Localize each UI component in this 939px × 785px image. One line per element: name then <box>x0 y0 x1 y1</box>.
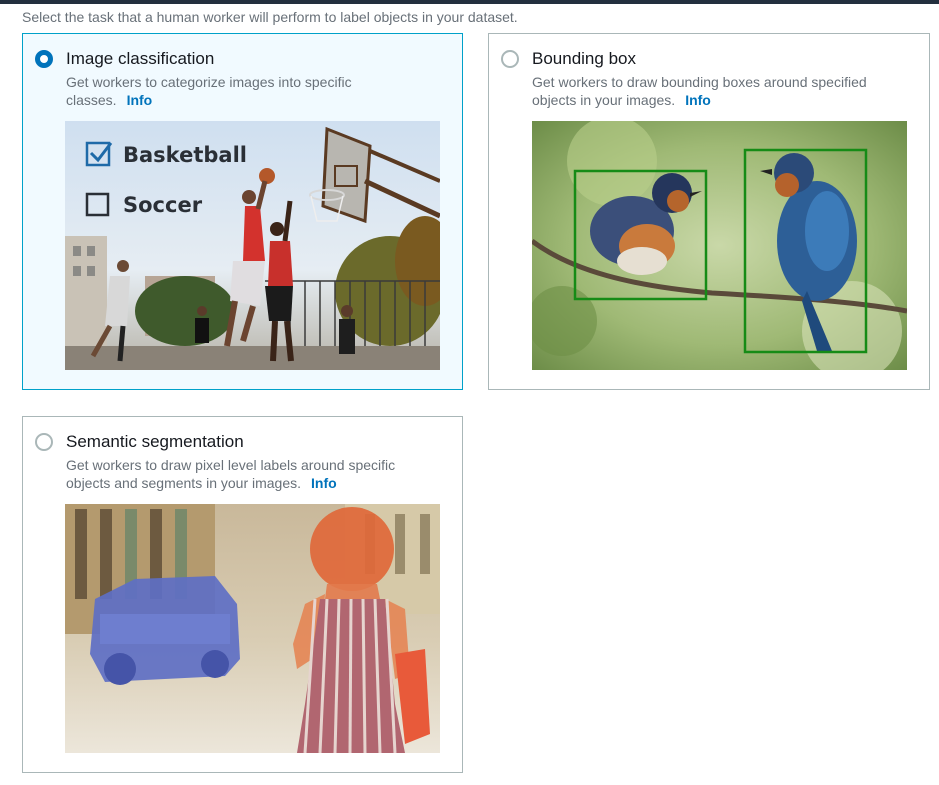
task-option-semantic-segmentation[interactable]: Semantic segmentation Get workers to dra… <box>22 416 463 773</box>
task-instruction: Select the task that a human worker will… <box>22 9 518 25</box>
semantic-segmentation-preview <box>65 504 440 753</box>
option-description: Get workers to draw bounding boxes aroun… <box>532 73 892 109</box>
radio-image-classification[interactable] <box>35 50 53 68</box>
info-link[interactable]: Info <box>311 475 337 491</box>
option-description-text: Get workers to draw pixel level labels a… <box>66 457 396 491</box>
task-option-image-classification[interactable]: Image classification Get workers to cate… <box>22 33 463 390</box>
image-classification-preview: Basketball Soccer <box>65 121 440 370</box>
option-description-text: Get workers to categorize images into sp… <box>66 74 352 108</box>
radio-bounding-box[interactable] <box>501 50 519 68</box>
person-segmentation-mask <box>310 507 394 591</box>
preview-label-checked: Basketball <box>123 143 247 167</box>
preview-label-unchecked: Soccer <box>123 193 203 217</box>
info-link[interactable]: Info <box>127 92 153 108</box>
option-description: Get workers to draw pixel level labels a… <box>66 456 426 492</box>
task-option-bounding-box[interactable]: Bounding box Get workers to draw boundin… <box>488 33 930 390</box>
option-description: Get workers to categorize images into sp… <box>66 73 426 109</box>
top-bar <box>0 0 939 4</box>
option-title: Bounding box <box>532 49 636 68</box>
option-title: Semantic segmentation <box>66 432 244 451</box>
bounding-box-preview <box>532 121 907 370</box>
info-link[interactable]: Info <box>685 92 711 108</box>
radio-semantic-segmentation[interactable] <box>35 433 53 451</box>
option-title: Image classification <box>66 49 215 68</box>
